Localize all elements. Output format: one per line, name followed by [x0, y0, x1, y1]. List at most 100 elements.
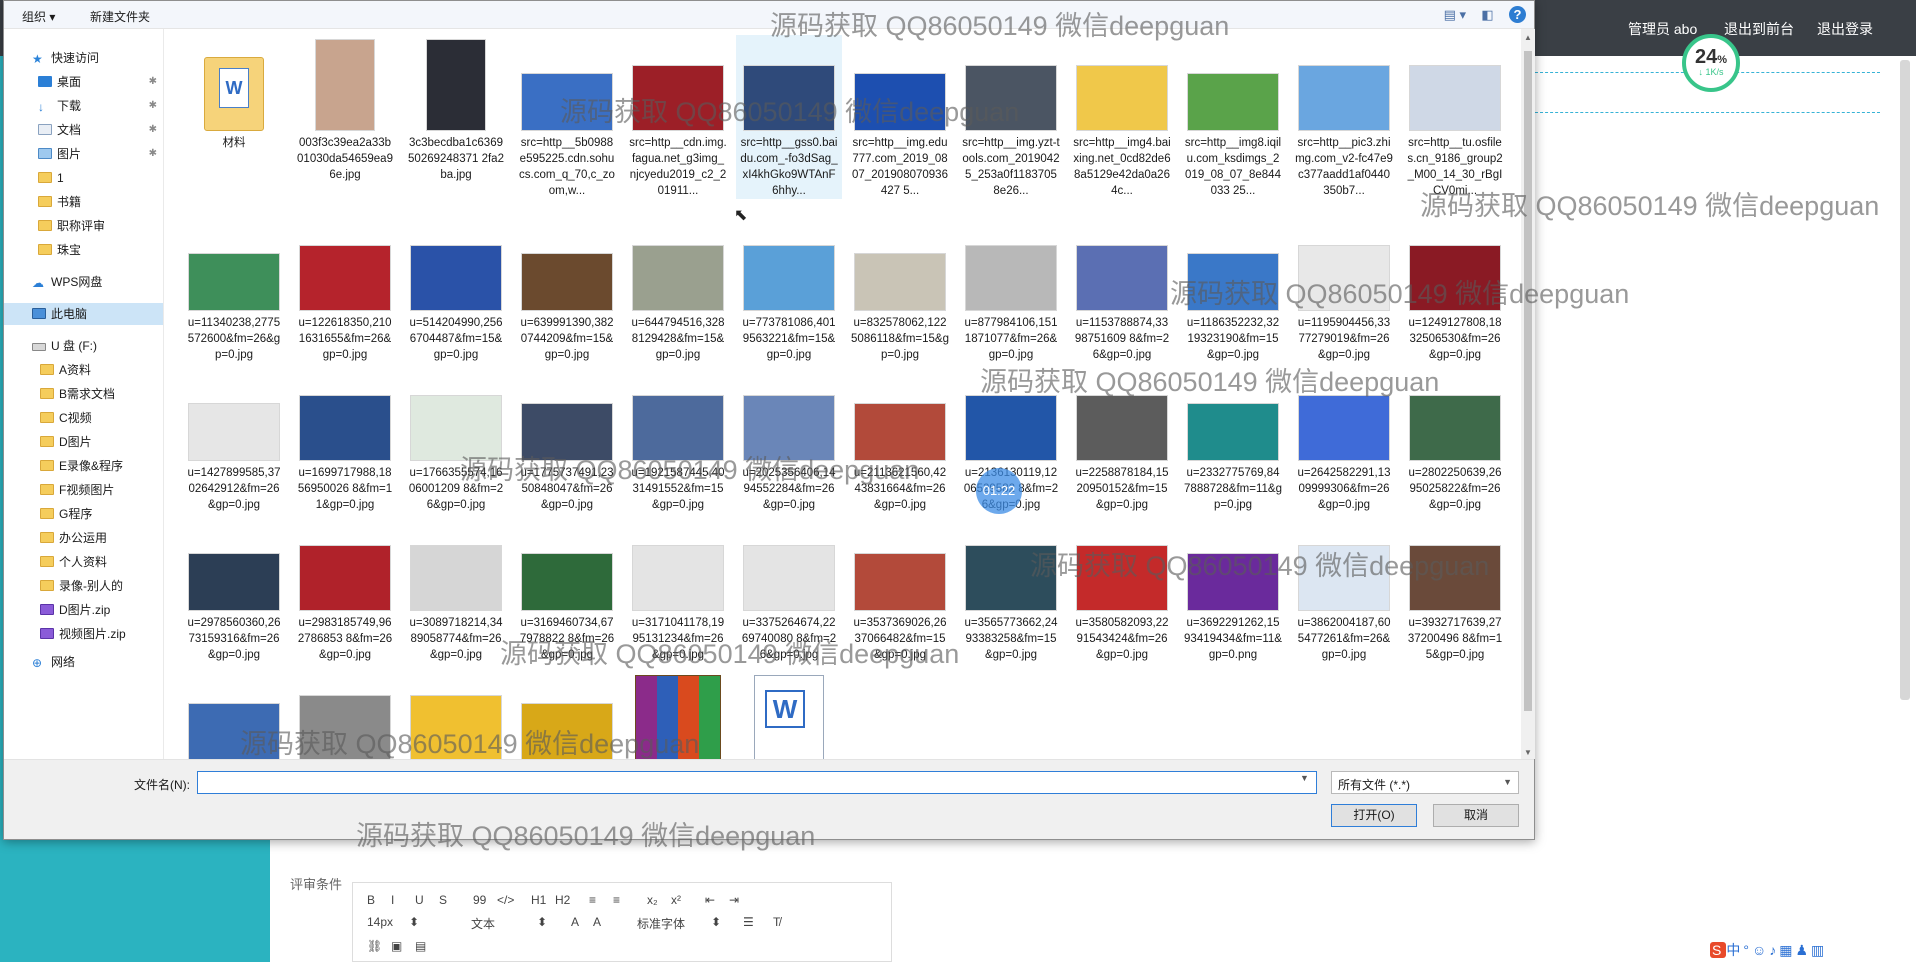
page-scrollbar[interactable]	[1900, 60, 1910, 700]
file-item[interactable]: u=3862004187,605477261&fm=26&gp=0.jpg	[1291, 515, 1397, 663]
file-item[interactable]: u=1766355574,1606001209 8&fm=26&gp=0.jpg	[403, 365, 509, 513]
net-speed-widget[interactable]: 24% ↓ 1K/s	[1682, 34, 1740, 92]
nav-item-4[interactable]: 1	[4, 167, 163, 189]
underline-button[interactable]: U	[415, 893, 424, 907]
file-list-scrollbar[interactable]: ▲ ▼	[1521, 29, 1535, 759]
file-item[interactable]: u=3537369026,2637066482&fm=15&gp=0.jpg	[847, 515, 953, 663]
nav-item-6[interactable]: 职称评审	[4, 215, 163, 237]
file-item[interactable]: W	[736, 665, 842, 759]
system-tray[interactable]: S 中°☺♪▦♟▥	[1710, 940, 1916, 962]
scroll-thumb[interactable]	[1524, 51, 1532, 711]
nav-item-3[interactable]: 图片 ✱	[4, 143, 163, 165]
keyboard-icon[interactable]: ▦	[1779, 942, 1795, 958]
scroll-up-icon[interactable]: ▲	[1524, 33, 1532, 42]
file-item[interactable]: u=3932717639,2737200496 8&fm=15&gp=0.jpg	[1402, 515, 1508, 663]
h2-button[interactable]: H2	[555, 893, 570, 907]
view-mode-icon[interactable]: ▤ ▾	[1444, 7, 1466, 23]
file-item[interactable]: u=2983185749,962786853 8&fm=26&gp=0.jpg	[292, 515, 398, 663]
file-item[interactable]: u=122618350,2101631655&fm=26&gp=0.jpg	[292, 215, 398, 363]
file-item[interactable]: u=3580582093,2291543424&fm=26&gp=0.jpg	[1069, 515, 1175, 663]
file-item[interactable]: u=644794516,3288129428&fm=15&gp=0.jpg	[625, 215, 731, 363]
file-item[interactable]: u=1249127808,1832506530&fm=26&gp=0.jpg	[1402, 215, 1508, 363]
filename-input[interactable]	[197, 771, 1317, 794]
nav-drive-item-7[interactable]: 办公运用	[4, 527, 163, 549]
file-item[interactable]: u=2113621560,4243831664&fm=26&gp=0.jpg	[847, 365, 953, 513]
file-item[interactable]: u=11340238,2775572600&fm=26&gp=0.jpg	[181, 215, 287, 363]
tools-icon[interactable]: ▥	[1811, 942, 1827, 958]
nav-drive-item-0[interactable]: A资料	[4, 359, 163, 381]
file-item[interactable]: src=http__cdn.img.fagua.net_g3img_njcyed…	[625, 35, 731, 199]
lang-icon[interactable]: 中	[1726, 942, 1743, 958]
nav-item-7[interactable]: 珠宝	[4, 239, 163, 261]
ime-icon[interactable]: S	[1710, 942, 1727, 958]
emoji-icon[interactable]: ☺	[1752, 942, 1769, 958]
file-item[interactable]: u=639991390,3820744209&fm=15&gp=0.jpg	[514, 215, 620, 363]
ordered-list-button[interactable]: ≡	[589, 893, 596, 907]
file-item[interactable]: u=1699717988,1856950026 8&fm=11&gp=0.jpg	[292, 365, 398, 513]
file-item[interactable]: u=514204990,2566704487&fm=15&gp=0.jpg	[403, 215, 509, 363]
outdent-button[interactable]: ⇤	[705, 893, 715, 907]
h1-button[interactable]: H1	[531, 893, 546, 907]
filetype-select[interactable]: 所有文件 (*.*) ▼	[1331, 771, 1519, 794]
nav-drive-item-4[interactable]: E录像&程序	[4, 455, 163, 477]
nav-drive-item-10[interactable]: D图片.zip	[4, 599, 163, 621]
file-item[interactable]: src=http__5b0988e595225.cdn.sohucs.com_q…	[514, 35, 620, 199]
nav-usb-drive[interactable]: U 盘 (F:)	[4, 335, 163, 357]
italic-button[interactable]: I	[391, 893, 394, 907]
nav-drive-item-2[interactable]: C视频	[4, 407, 163, 429]
link-icon[interactable]: ⛓	[367, 939, 382, 953]
font-size-select[interactable]: 14px	[367, 915, 393, 929]
skin-icon[interactable]: ♟	[1795, 942, 1811, 958]
file-item[interactable]: u=1921587445,4031491552&fm=15&gp=0.jpg	[625, 365, 731, 513]
align-icon[interactable]: ☰	[743, 915, 754, 929]
nav-item-1[interactable]: ↓ 下载 ✱	[4, 95, 163, 117]
file-item[interactable]: u=2025356406,1494552284&fm=26&gp=0.jpg	[736, 365, 842, 513]
file-item[interactable]: src=http__pic3.zhimg.com_v2-fc47e9c377aa…	[1291, 35, 1397, 199]
chevron-down-icon[interactable]: ▼	[1300, 773, 1309, 783]
clear-format-icon[interactable]: T̸	[773, 915, 780, 929]
nav-item-0[interactable]: 桌面 ✱	[4, 71, 163, 93]
text-kind-select[interactable]: 文本	[471, 915, 495, 932]
file-item[interactable]: u=1153788874,3398751609 8&fm=26&gp=0.jpg	[1069, 215, 1175, 363]
quote-button[interactable]: 99	[473, 893, 486, 907]
file-item[interactable]: u=3375264674,2269740080 8&fm=26&gp=0.jpg	[736, 515, 842, 663]
image-icon[interactable]: ▣	[391, 939, 402, 953]
file-item[interactable]: u=2802250639,2695025822&fm=26&gp=0.jpg	[1402, 365, 1508, 513]
file-item[interactable]: 3c3becdba1c636950269248371 2fa2ba.jpg	[403, 35, 509, 183]
open-button[interactable]: 打开(O)	[1331, 804, 1417, 827]
font-color-icon[interactable]: A	[571, 915, 579, 929]
file-item[interactable]	[514, 665, 620, 759]
help-icon[interactable]: ?	[1509, 6, 1526, 23]
file-item[interactable]: src=http__gss0.baidu.com_-fo3dSag_xI4khG…	[736, 35, 842, 199]
file-item[interactable]	[292, 665, 398, 759]
file-item[interactable]: u=2258878184,1520950152&fm=15&gp=0.jpg	[1069, 365, 1175, 513]
nav-this-pc[interactable]: 此电脑	[4, 303, 163, 325]
code-button[interactable]: </>	[497, 893, 514, 907]
cancel-button[interactable]: 取消	[1433, 804, 1519, 827]
file-item[interactable]: u=1195904456,3377279019&fm=26&gp=0.jpg	[1291, 215, 1397, 363]
nav-drive-item-11[interactable]: 视频图片.zip	[4, 623, 163, 645]
nav-drive-item-3[interactable]: D图片	[4, 431, 163, 453]
nav-drive-item-6[interactable]: G程序	[4, 503, 163, 525]
file-item[interactable]: u=773781086,4019563221&fm=15&gp=0.jpg	[736, 215, 842, 363]
file-item[interactable]: src=http__tu.osfiles.cn_9186_group2_M00_…	[1402, 35, 1508, 199]
preview-pane-icon[interactable]: ◧	[1481, 7, 1493, 23]
file-item[interactable]: u=2332775769,847888728&fm=11&gp=0.jpg	[1180, 365, 1286, 513]
file-item[interactable]	[625, 665, 731, 759]
indent-button[interactable]: ⇥	[729, 893, 739, 907]
nav-network[interactable]: ⊕ 网络	[4, 651, 163, 673]
file-item[interactable]: u=832578062,1225086118&fm=15&gp=0.jpg	[847, 215, 953, 363]
nav-drive-item-8[interactable]: 个人资料	[4, 551, 163, 573]
file-item[interactable]: src=http__img.edu777.com_2019_0807_20190…	[847, 35, 953, 199]
file-item[interactable]: u=877984106,1511871077&fm=26&gp=0.jpg	[958, 215, 1064, 363]
file-item[interactable]: u=1775737491,2350848047&fm=26&gp=0.jpg	[514, 365, 620, 513]
strike-button[interactable]: S	[439, 893, 447, 907]
organize-button[interactable]: 组织 ▾	[22, 8, 55, 25]
file-item[interactable]: u=3169460734,677978822 8&fm=26&gp=0.jpg	[514, 515, 620, 663]
file-item[interactable]: u=1186352232,3219323190&fm=15&gp=0.jpg	[1180, 215, 1286, 363]
file-item[interactable]: u=3171041178,1995131234&fm=26&gp=0.jpg	[625, 515, 731, 663]
file-item[interactable]: u=3565773662,2493383258&fm=15&gp=0.jpg	[958, 515, 1064, 663]
file-item[interactable]: src=http__img8.iqilu.com_ksdimgs_2019_08…	[1180, 35, 1286, 199]
file-item[interactable]: u=3089718214,3489058774&fm=26&gp=0.jpg	[403, 515, 509, 663]
nav-drive-item-5[interactable]: F视频图片	[4, 479, 163, 501]
